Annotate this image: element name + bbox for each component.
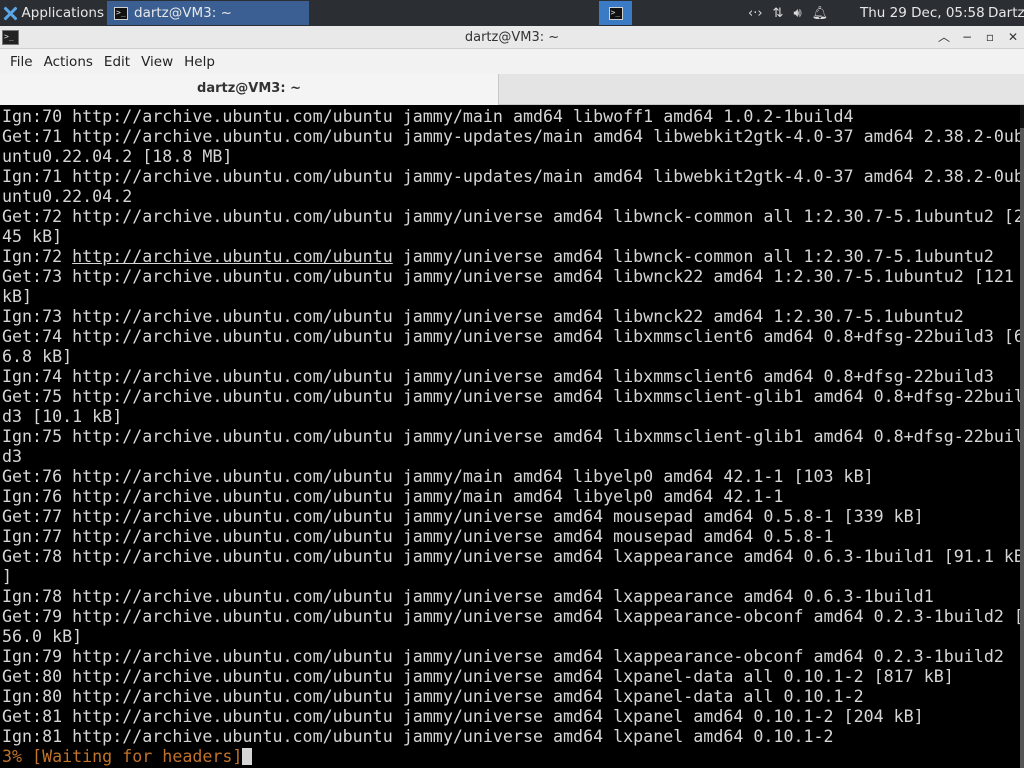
notification-bell-icon[interactable]: 🔔︎ <box>812 6 829 21</box>
terminal-icon: >_ <box>114 6 128 20</box>
menu-view[interactable]: View <box>136 54 179 70</box>
terminal-line: 45 kB] <box>2 227 63 246</box>
window-title: dartz@VM3: ~ <box>464 30 560 45</box>
terminal-line: 56.0 kB] <box>2 627 83 646</box>
terminal-line: d3 [10.1 kB] <box>2 407 123 426</box>
terminal-line: untu0.22.04.2 <box>2 187 133 206</box>
terminal-line: Get:78 http://archive.ubuntu.com/ubuntu … <box>2 547 1022 566</box>
transfer-arrows-icon[interactable]: ⇅ <box>773 6 784 21</box>
download-progress-status: 3% [Waiting for headers] <box>2 747 243 766</box>
terminal-area[interactable]: Ign:70 http://archive.ubuntu.com/ubuntu … <box>0 105 1024 768</box>
user-menu[interactable]: Dartz <box>988 0 1024 26</box>
terminal-line: Ign:75 http://archive.ubuntu.com/ubuntu … <box>2 427 1022 446</box>
terminal-line: Ign:72 http://archive.ubuntu.com/ubuntu … <box>2 247 994 266</box>
terminal-line: Get:71 http://archive.ubuntu.com/ubuntu … <box>2 127 1022 146</box>
scrollbar-thumb[interactable] <box>1020 128 1024 768</box>
terminal-line: 6.8 kB] <box>2 347 73 366</box>
terminal-line: Ign:74 http://archive.ubuntu.com/ubuntu … <box>2 367 994 386</box>
menu-edit[interactable]: Edit <box>99 54 136 70</box>
terminal-line: Get:72 http://archive.ubuntu.com/ubuntu … <box>2 207 1022 226</box>
menu-actions[interactable]: Actions <box>39 54 99 70</box>
terminal-scrollbar[interactable] <box>1020 105 1024 768</box>
terminal-line: Ign:76 http://archive.ubuntu.com/ubuntu … <box>2 487 784 506</box>
terminal-line: Ign:81 http://archive.ubuntu.com/ubuntu … <box>2 727 834 746</box>
shade-button[interactable]: ︿ <box>936 29 952 45</box>
terminal-line: Get:79 http://archive.ubuntu.com/ubuntu … <box>2 607 1022 626</box>
terminal-line: d3 <box>2 447 23 466</box>
workspace-window-icon: >_ <box>608 6 623 20</box>
terminal-line: Get:74 http://archive.ubuntu.com/ubuntu … <box>2 327 1022 346</box>
network-icon[interactable]: ‹·› <box>748 6 763 21</box>
terminal-line: Get:73 http://archive.ubuntu.com/ubuntu … <box>2 267 1014 286</box>
hovered-url-link[interactable]: http://archive.ubuntu.com/ubuntu <box>72 247 393 266</box>
terminal-cursor <box>242 748 253 765</box>
terminal-line: Ign:78 http://archive.ubuntu.com/ubuntu … <box>2 587 934 606</box>
terminal-line: ] <box>2 567 13 586</box>
terminal-line: Get:75 http://archive.ubuntu.com/ubuntu … <box>2 387 1022 406</box>
volume-icon[interactable]: 🔊︎ <box>793 6 801 21</box>
taskbar-window-button[interactable]: >_ dartz@VM3: ~ <box>107 1 309 25</box>
minimize-button[interactable]: − <box>959 29 975 45</box>
terminal-status-line: 3% [Waiting for headers] <box>2 747 1022 767</box>
applications-menu-button[interactable]: Applications <box>0 0 104 26</box>
top-panel: Applications >_ dartz@VM3: ~ >_ ‹·› ⇅ 🔊︎… <box>0 0 1024 26</box>
terminal-line: Get:77 http://archive.ubuntu.com/ubuntu … <box>2 507 924 526</box>
terminal-line: Ign:79 http://archive.ubuntu.com/ubuntu … <box>2 647 1004 666</box>
terminal-line: Get:80 http://archive.ubuntu.com/ubuntu … <box>2 667 954 686</box>
terminal-line: Ign:71 http://archive.ubuntu.com/ubuntu … <box>2 167 1022 186</box>
terminal-line: untu0.22.04.2 [18.8 MB] <box>2 147 233 166</box>
menu-bar: File Actions Edit View Help <box>0 49 1024 74</box>
terminal-line: Ign:77 http://archive.ubuntu.com/ubuntu … <box>2 527 834 546</box>
clock[interactable]: Thu 29 Dec, 05:58 <box>860 0 985 26</box>
terminal-line: Get:76 http://archive.ubuntu.com/ubuntu … <box>2 467 874 486</box>
system-tray: ‹·› ⇅ 🔊︎ 🔔︎ <box>748 0 828 26</box>
taskbar-window-title: dartz@VM3: ~ <box>134 5 232 21</box>
applications-label: Applications <box>21 5 104 21</box>
terminal-line: kB] <box>2 287 33 306</box>
terminal-line: Ign:80 http://archive.ubuntu.com/ubuntu … <box>2 687 864 706</box>
window-titlebar[interactable]: >_ dartz@VM3: ~ ︿ − ▫ ✕ <box>0 26 1024 49</box>
terminal-line: Get:81 http://archive.ubuntu.com/ubuntu … <box>2 707 924 726</box>
tab-bar: dartz@VM3: ~ <box>0 74 1024 105</box>
terminal-line: Ign:73 http://archive.ubuntu.com/ubuntu … <box>2 307 964 326</box>
menu-file[interactable]: File <box>0 54 39 70</box>
terminal-tab[interactable]: dartz@VM3: ~ <box>0 74 499 105</box>
terminal-output: Ign:70 http://archive.ubuntu.com/ubuntu … <box>2 107 1022 767</box>
menu-help[interactable]: Help <box>179 54 221 70</box>
workspace-switcher[interactable]: >_ <box>599 1 632 25</box>
close-button[interactable]: ✕ <box>1005 29 1021 45</box>
maximize-button[interactable]: ▫ <box>982 29 998 45</box>
xfce-logo-icon <box>3 6 18 21</box>
terminal-line: Ign:70 http://archive.ubuntu.com/ubuntu … <box>2 107 854 126</box>
